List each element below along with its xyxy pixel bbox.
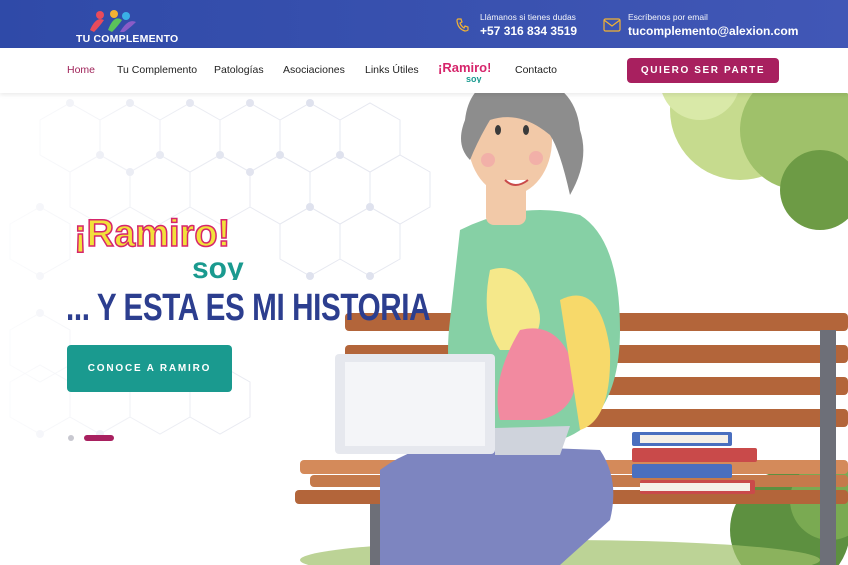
hero-title: ... Y ESTA ES MI HISTORIA — [66, 287, 431, 329]
ramiro-hero-logo: ¡Ramiro! soy — [74, 212, 244, 280]
email-contact: Escríbenos por email tucomplemento@alexi… — [628, 12, 798, 38]
phone-number[interactable]: +57 316 834 3519 — [480, 24, 577, 38]
hero-logo-top: ¡Ramiro! — [74, 213, 230, 255]
email-label: Escríbenos por email — [628, 12, 708, 22]
email-address[interactable]: tucomplemento@alexion.com — [628, 24, 798, 38]
nav-patologias[interactable]: Patologías — [214, 64, 264, 76]
slider-dot-1[interactable] — [68, 435, 74, 441]
join-button[interactable]: QUIERO SER PARTE — [627, 58, 779, 83]
hero-logo-bottom: soy — [192, 252, 244, 280]
mail-icon — [603, 18, 621, 32]
main-nav: Home Tu Complemento Patologías Asociacio… — [0, 48, 848, 93]
nav-contacto[interactable]: Contacto — [515, 64, 557, 76]
brand-logo-icon — [90, 10, 136, 32]
meet-ramiro-button[interactable]: CONOCE A RAMIRO — [67, 345, 232, 392]
slider-dot-2-active[interactable] — [84, 435, 114, 441]
nav-links-utiles[interactable]: Links Útiles — [365, 64, 419, 76]
phone-label: Llámanos si tienes dudas — [480, 12, 576, 22]
brand-logo[interactable]: TU COMPLEMENTO — [70, 8, 178, 45]
phone-icon — [456, 18, 469, 32]
nav-ramiro-logo[interactable]: ¡Ramiro! soy — [438, 59, 491, 84]
nav-logo-top: ¡Ramiro! — [438, 60, 490, 75]
nav-asociaciones[interactable]: Asociaciones — [283, 64, 345, 76]
phone-contact: Llámanos si tienes dudas +57 316 834 351… — [480, 12, 577, 38]
top-bar: TU COMPLEMENTO Llámanos si tienes dudas … — [0, 0, 848, 48]
nav-logo-bottom: soy — [466, 74, 482, 83]
brand-name: TU COMPLEMENTO — [76, 33, 179, 45]
ramiro-logo-small: ¡Ramiro! soy — [438, 60, 491, 84]
nav-tu-complemento[interactable]: Tu Complemento — [117, 64, 197, 76]
nav-home[interactable]: Home — [67, 64, 95, 76]
